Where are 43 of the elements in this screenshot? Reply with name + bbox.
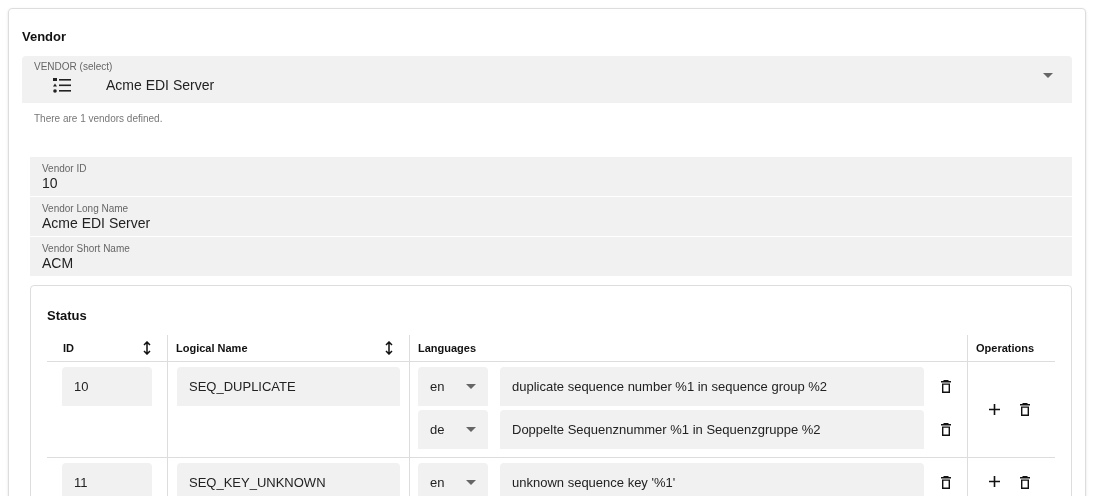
column-header: ID [63, 340, 74, 356]
delete-icon[interactable] [941, 476, 951, 489]
delete-icon[interactable] [941, 380, 951, 393]
name-field[interactable]: SEQ_KEY_UNKNOWN [177, 463, 400, 496]
language-select[interactable]: de [418, 410, 488, 449]
translation-field[interactable]: Doppelte Sequenznummer %1 in Sequenzgruppe %2 [500, 410, 924, 449]
field-value: ACM [42, 254, 74, 272]
add-icon[interactable] [989, 404, 1000, 415]
select-label: VENDOR (select) [34, 60, 114, 73]
delete-icon[interactable] [941, 423, 951, 436]
field-value: Acme EDI Server [42, 214, 151, 232]
sort-icon[interactable] [385, 341, 393, 355]
dropdown-caret-icon [1043, 72, 1053, 78]
field-label: Vendor ID [42, 162, 87, 175]
field-value: 10 [42, 174, 58, 192]
name-field[interactable]: SEQ_DUPLICATE [177, 367, 400, 406]
language-select[interactable]: en [418, 463, 488, 496]
column-header: Operations [976, 340, 1035, 356]
dropdown-caret-icon [466, 427, 476, 432]
select-value: Acme EDI Server [106, 75, 215, 95]
language-select[interactable]: en [418, 367, 488, 406]
section-title: Vendor [22, 28, 68, 46]
id-field[interactable]: 11 [62, 463, 152, 496]
panel-title: Status [47, 306, 87, 325]
translation-field[interactable]: unknown sequence key '%1' [500, 463, 924, 496]
translation-field[interactable]: duplicate sequence number %1 in sequence group %2 [500, 367, 924, 406]
add-icon[interactable] [989, 476, 1000, 487]
list-icon [53, 77, 71, 93]
field-label: Vendor Short Name [42, 242, 130, 255]
delete-icon[interactable] [1020, 476, 1030, 489]
text-field[interactable]: Vendor ID 10 [30, 156, 1072, 197]
column-header: Languages [418, 340, 477, 356]
dropdown-caret-icon [466, 384, 476, 389]
helper-text: There are 1 vendors defined. [33, 111, 163, 126]
id-field[interactable]: 10 [62, 367, 152, 406]
text-field[interactable]: Vendor Long Name Acme EDI Server [30, 196, 1072, 237]
sort-icon[interactable] [143, 341, 151, 355]
field-label: Vendor Long Name [42, 202, 129, 215]
dropdown-caret-icon [466, 480, 476, 485]
column-header: Logical Name [176, 340, 248, 356]
vendor-select[interactable]: VENDOR (select) Acme EDI Server [22, 55, 1072, 103]
delete-icon[interactable] [1020, 403, 1030, 416]
text-field[interactable]: Vendor Short Name ACM [30, 236, 1072, 277]
